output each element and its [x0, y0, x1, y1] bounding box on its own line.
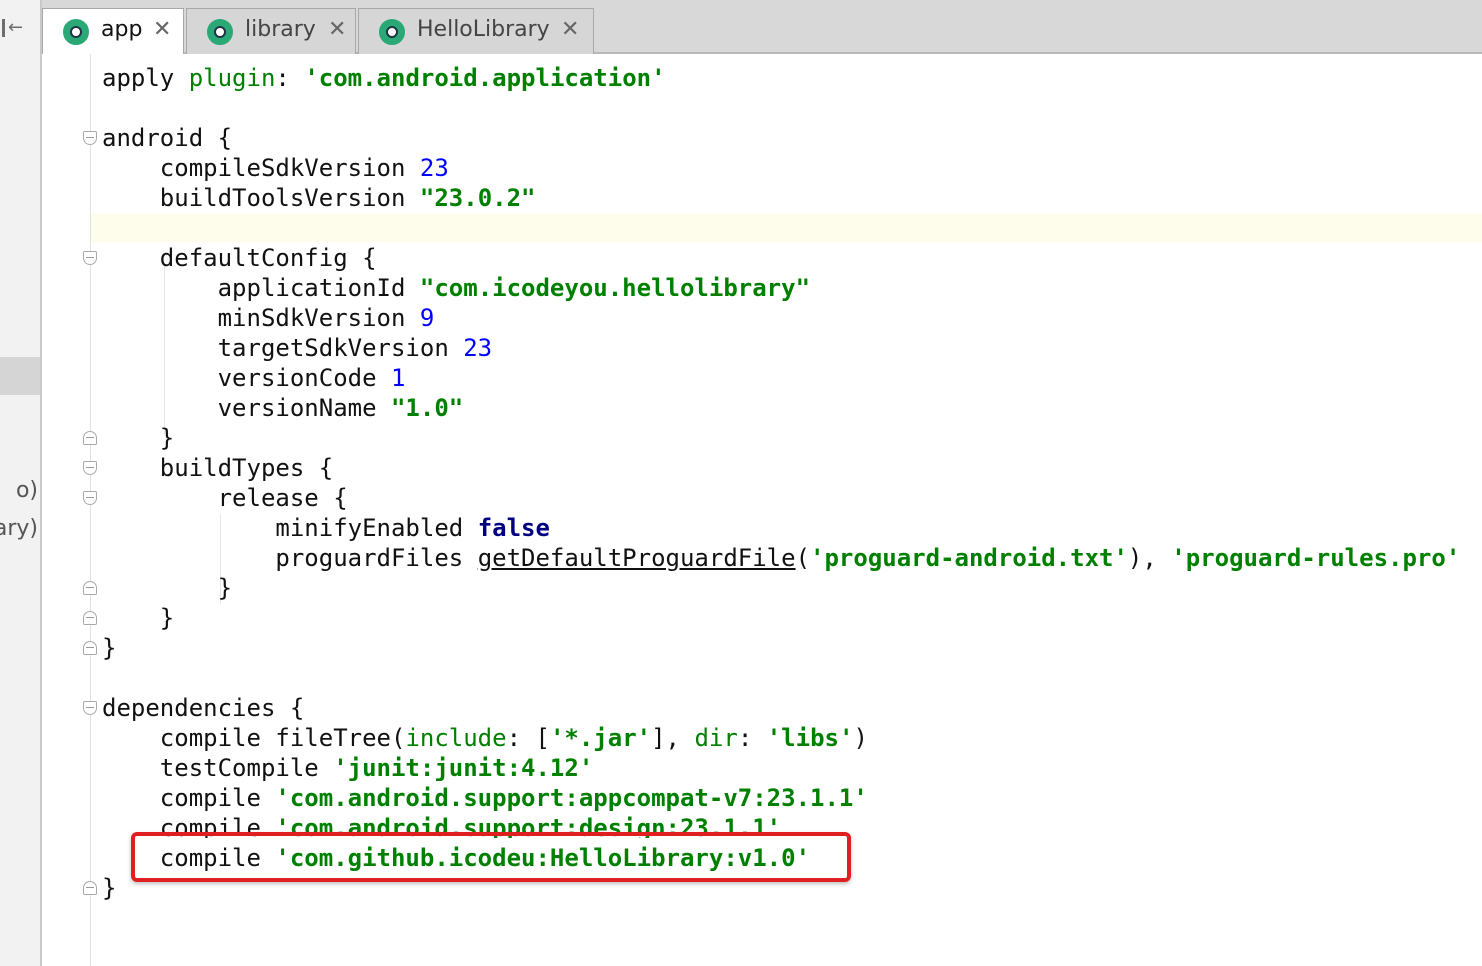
- fold-marker-icon[interactable]: [83, 701, 97, 715]
- code-line[interactable]: }: [102, 873, 116, 903]
- fold-marker-icon[interactable]: [83, 431, 97, 445]
- project-tree-selected-row[interactable]: [0, 357, 40, 395]
- code-editor[interactable]: apply plugin: 'com.android.application' …: [42, 54, 1482, 966]
- code-line[interactable]: }: [102, 573, 232, 603]
- project-tree-fragment[interactable]: ary): [0, 516, 38, 541]
- tab-label: library: [245, 17, 316, 42]
- close-icon[interactable]: ✕: [561, 17, 579, 42]
- code-line[interactable]: apply plugin: 'com.android.application': [102, 63, 666, 93]
- code-line[interactable]: versionCode 1: [102, 363, 406, 393]
- collapse-panel-icon[interactable]: ←: [0, 16, 30, 40]
- code-line[interactable]: compileSdkVersion 23: [102, 153, 449, 183]
- fold-marker-icon[interactable]: [83, 641, 97, 655]
- code-line[interactable]: defaultConfig {: [102, 243, 377, 273]
- code-line[interactable]: }: [102, 423, 174, 453]
- code-line[interactable]: versionName "1.0": [102, 393, 464, 423]
- code-line[interactable]: proguardFiles getDefaultProguardFile('pr…: [102, 543, 1460, 573]
- fold-marker-icon[interactable]: [83, 881, 97, 895]
- tab-hellolibrary[interactable]: HelloLibrary ✕: [358, 8, 594, 54]
- fold-marker-icon[interactable]: [83, 461, 97, 475]
- code-line[interactable]: dependencies {: [102, 693, 304, 723]
- code-line[interactable]: minSdkVersion 9: [102, 303, 435, 333]
- fold-marker-icon[interactable]: [83, 581, 97, 595]
- fold-marker-icon[interactable]: [83, 251, 97, 265]
- code-line[interactable]: buildTypes {: [102, 453, 333, 483]
- editor-tab-bar: app ✕ library ✕ HelloLibrary ✕: [42, 0, 1482, 54]
- tab-library[interactable]: library ✕: [186, 8, 356, 54]
- code-line[interactable]: release {: [102, 483, 348, 513]
- code-line[interactable]: android {: [102, 123, 232, 153]
- code-line[interactable]: targetSdkVersion 23: [102, 333, 493, 363]
- code-line[interactable]: }: [102, 603, 174, 633]
- code-line[interactable]: compile 'com.android.support:appcompat-v…: [102, 783, 868, 813]
- highlighted-code-line[interactable]: compile 'com.github.icodeu:HelloLibrary:…: [102, 843, 810, 873]
- fold-marker-icon[interactable]: [83, 131, 97, 145]
- code-line[interactable]: applicationId "com.icodeyou.hellolibrary…: [102, 273, 810, 303]
- project-tree-fragment[interactable]: o): [16, 478, 38, 503]
- code-line[interactable]: minifyEnabled false: [102, 513, 550, 543]
- close-icon[interactable]: ✕: [153, 17, 171, 42]
- gradle-module-icon: [63, 19, 89, 45]
- tab-label: app: [101, 17, 143, 42]
- gradle-module-icon: [379, 19, 405, 45]
- code-line[interactable]: testCompile 'junit:junit:4.12': [102, 753, 593, 783]
- tab-label: HelloLibrary: [417, 17, 550, 42]
- fold-marker-icon[interactable]: [83, 491, 97, 505]
- close-icon[interactable]: ✕: [328, 17, 346, 42]
- project-tool-strip: ← o) ary): [0, 0, 42, 966]
- code-line[interactable]: }: [102, 633, 116, 663]
- code-line[interactable]: buildToolsVersion "23.0.2": [102, 183, 536, 213]
- gradle-module-icon: [207, 19, 233, 45]
- tab-app[interactable]: app ✕: [42, 8, 184, 54]
- editor-gutter: [42, 54, 91, 966]
- fold-marker-icon[interactable]: [83, 611, 97, 625]
- code-line[interactable]: compile fileTree(include: ['*.jar'], dir…: [102, 723, 868, 753]
- caret-row-highlight: [42, 214, 1482, 242]
